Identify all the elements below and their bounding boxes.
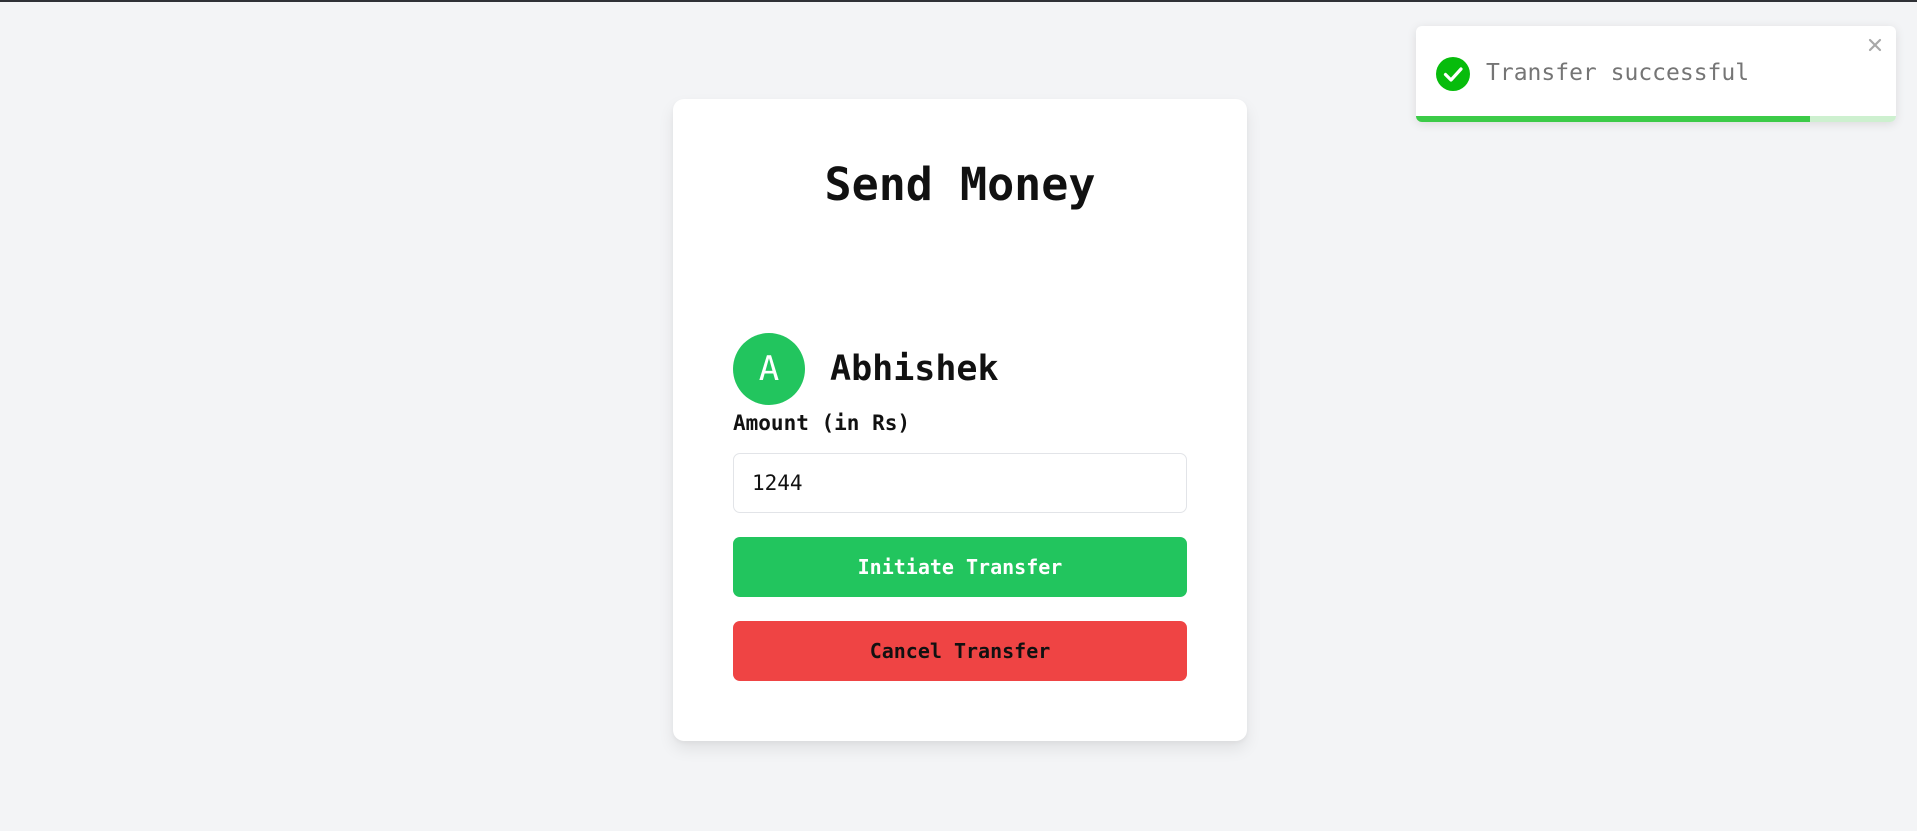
window-top-border	[0, 0, 1917, 2]
toast-message: Transfer successful	[1486, 60, 1750, 86]
success-toast: Transfer successful	[1416, 26, 1896, 122]
cancel-transfer-button[interactable]: Cancel Transfer	[733, 621, 1187, 681]
toast-progress-bar	[1416, 116, 1810, 122]
send-money-card: Send Money A Abhishek Amount (in Rs) Ini…	[673, 99, 1247, 741]
avatar: A	[733, 333, 805, 405]
close-icon[interactable]	[1864, 34, 1886, 56]
page-title: Send Money	[824, 158, 1096, 211]
recipient-name: Abhishek	[830, 349, 999, 389]
recipient-info: A Abhishek	[733, 333, 999, 405]
amount-input[interactable]	[733, 453, 1187, 513]
amount-label: Amount (in Rs)	[733, 411, 911, 435]
check-circle-icon	[1436, 57, 1470, 91]
initiate-transfer-button[interactable]: Initiate Transfer	[733, 537, 1187, 597]
